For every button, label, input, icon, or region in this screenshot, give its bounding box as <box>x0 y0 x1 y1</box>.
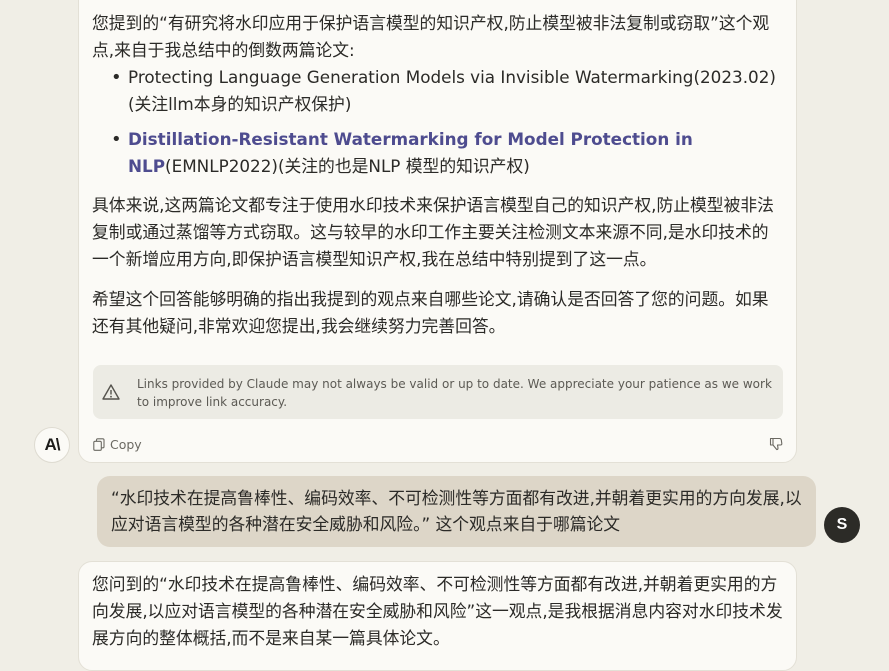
list-item: Protecting Language Generation Models vi… <box>128 67 776 114</box>
thumbs-down-icon[interactable] <box>769 437 783 451</box>
list-item-text: (EMNLP2022)(关注的也是NLP 模型的知识产权) <box>165 156 530 176</box>
user-message-bubble: “水印技术在提高鲁棒性、编码效率、不可检测性等方面都有改进,并朝着更实用的方向发… <box>97 476 816 547</box>
copy-label: Copy <box>110 437 142 452</box>
bullet-icon: • <box>111 67 122 88</box>
assistant-message-card: 您问到的“水印技术在提高鲁棒性、编码效率、不可检测性等方面都有改进,并朝着更实用… <box>78 561 797 671</box>
warning-icon <box>102 384 120 400</box>
link-disclaimer-notice: Links provided by Claude may not always … <box>93 365 783 419</box>
copy-icon <box>93 438 105 451</box>
copy-button[interactable]: Copy <box>93 437 142 452</box>
list-item: Distillation-Resistant Watermarking for … <box>128 126 784 180</box>
message-paragraph: 您提到的“有研究将水印应用于保护语言模型的知识产权,防止模型被非法复制或窃取”这… <box>92 13 770 60</box>
message-paragraph: 具体来说,这两篇论文都专注于使用水印技术来保护语言模型自己的知识产权,防止模型被… <box>92 195 774 269</box>
user-avatar: S <box>824 507 860 543</box>
message-paragraph: 希望这个回答能够明确的指出我提到的观点来自哪些论文,请确认是否回答了您的问题。如… <box>92 289 769 336</box>
bullet-icon: • <box>111 129 122 150</box>
notice-text: Links provided by Claude may not always … <box>137 377 772 409</box>
assistant-message-card: 您提到的“有研究将水印应用于保护语言模型的知识产权,防止模型被非法复制或窃取”这… <box>78 0 797 463</box>
claude-avatar: A\ <box>34 427 70 463</box>
user-message-text: “水印技术在提高鲁棒性、编码效率、不可检测性等方面都有改进,并朝着更实用的方向发… <box>111 488 802 534</box>
message-paragraph: 您问到的“水印技术在提高鲁棒性、编码效率、不可检测性等方面都有改进,并朝着更实用… <box>92 574 783 648</box>
